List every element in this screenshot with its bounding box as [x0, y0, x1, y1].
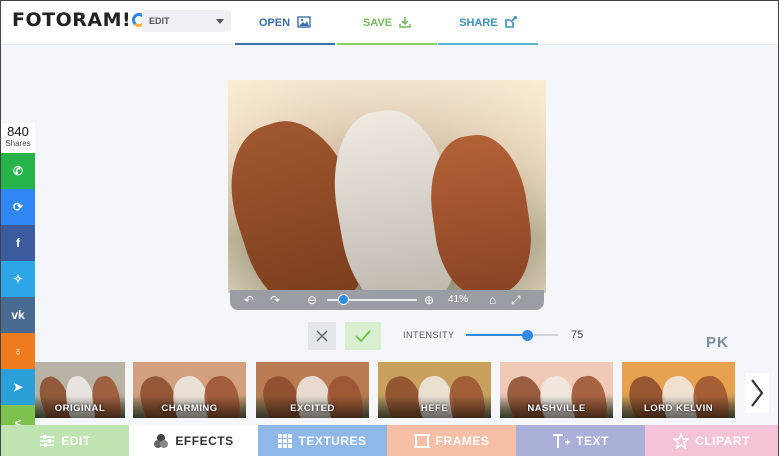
top-header: FOTORAM! EDIT OPEN SAVE SHARE: [1, 1, 778, 45]
filter-label: NASHVILLE: [527, 403, 586, 414]
chevron-right-icon: [751, 379, 764, 407]
facebook-icon: f: [16, 236, 20, 250]
mode-dropdown-value: EDIT: [149, 16, 170, 26]
share-external-icon: [504, 16, 517, 28]
messenger-share-button[interactable]: ⟳: [1, 189, 35, 225]
tab-effects[interactable]: EFFECTS: [129, 425, 258, 456]
open-label: OPEN: [258, 17, 291, 29]
logo-exclamation: !: [122, 9, 132, 31]
filter-hefe[interactable]: HEFE: [378, 362, 491, 418]
intensity-slider-handle[interactable]: [521, 330, 533, 341]
text-add-icon: [552, 433, 576, 449]
tab-label: FRAMES: [435, 434, 490, 448]
share-button[interactable]: SHARE: [438, 1, 538, 45]
sliders-icon: [39, 434, 61, 448]
image-icon: [297, 16, 311, 28]
tab-edit[interactable]: EDIT: [1, 425, 129, 456]
mode-dropdown[interactable]: EDIT: [142, 10, 231, 32]
intensity-value: 75: [571, 329, 584, 341]
share-label: SHARE: [459, 17, 498, 29]
share-count: 840 Shares: [1, 123, 35, 153]
tab-label: EDIT: [61, 434, 91, 448]
filter-label: HEFE: [420, 403, 449, 414]
tab-clipart[interactable]: CLIPART: [645, 425, 778, 456]
cancel-effect-button[interactable]: [308, 322, 336, 350]
open-button[interactable]: OPEN: [235, 1, 335, 45]
zoom-percentage: 41%: [448, 294, 469, 305]
whatsapp-share-button[interactable]: ✆: [1, 153, 35, 189]
undo-icon[interactable]: ↶: [244, 293, 254, 307]
filter-lord-kelvin[interactable]: LORD KELVIN: [622, 362, 735, 418]
intensity-label: INTENSITY: [403, 330, 455, 340]
twitter-share-button[interactable]: ✧: [1, 261, 35, 297]
tab-label: TEXT: [576, 434, 609, 448]
filter-label: CHARMING: [161, 403, 218, 414]
telegram-share-button[interactable]: ➤: [1, 369, 35, 405]
filter-charming[interactable]: CHARMING: [133, 362, 246, 418]
facebook-share-button[interactable]: f: [1, 225, 35, 261]
twitter-icon: ✧: [12, 272, 24, 286]
whatsapp-icon: ✆: [12, 164, 24, 178]
frame-icon: [413, 433, 436, 449]
apply-effect-button[interactable]: [345, 322, 381, 350]
grid-icon: [278, 434, 298, 448]
check-icon: [355, 330, 371, 343]
telegram-icon: ➤: [12, 380, 24, 394]
filter-label: EXCITED: [290, 403, 335, 414]
close-icon: [316, 330, 328, 342]
download-icon: [399, 17, 411, 28]
effects-circles-icon: [153, 433, 175, 449]
filter-label: LORD KELVIN: [643, 403, 714, 414]
odnoklassniki-icon: ♁: [13, 344, 23, 358]
tab-label: EFFECTS: [175, 434, 234, 448]
filter-excited[interactable]: EXCITED: [256, 362, 369, 418]
chevron-down-icon: [216, 19, 224, 24]
tab-label: TEXTURES: [298, 434, 367, 448]
filter-original[interactable]: ORIGINAL: [35, 362, 125, 418]
share-count-number: 840: [7, 124, 29, 139]
logo-text: FOTORAM: [12, 9, 122, 31]
share-count-label: Shares: [5, 139, 31, 148]
intensity-slider-fill: [466, 334, 527, 336]
save-button[interactable]: SAVE: [337, 1, 437, 45]
vk-share-button[interactable]: vk: [1, 297, 35, 333]
redo-icon[interactable]: ↷: [270, 293, 280, 307]
zoom-out-icon[interactable]: ⊖: [307, 293, 317, 307]
edited-photo[interactable]: [228, 80, 546, 293]
odnoklassniki-share-button[interactable]: ♁: [1, 333, 35, 369]
save-label: SAVE: [362, 17, 393, 29]
tab-textures[interactable]: TEXTURES: [258, 425, 387, 456]
fullscreen-icon[interactable]: ⤢: [511, 293, 521, 307]
filter-label: ORIGINAL: [54, 403, 106, 414]
home-icon[interactable]: ⌂: [489, 293, 496, 307]
tab-label: CLIPART: [695, 434, 750, 448]
app-logo[interactable]: FOTORAM!: [12, 9, 147, 31]
star-icon: [673, 433, 695, 449]
watermark: PK: [706, 334, 729, 351]
vk-icon: vk: [11, 308, 25, 322]
tab-frames[interactable]: FRAMES: [387, 425, 516, 456]
messenger-icon: ⟳: [12, 200, 24, 214]
tab-text[interactable]: TEXT: [516, 425, 645, 456]
zoom-in-icon[interactable]: ⊕: [424, 293, 434, 307]
filter-nashville[interactable]: NASHVILLE: [500, 362, 613, 418]
next-filters-button[interactable]: [745, 373, 769, 413]
